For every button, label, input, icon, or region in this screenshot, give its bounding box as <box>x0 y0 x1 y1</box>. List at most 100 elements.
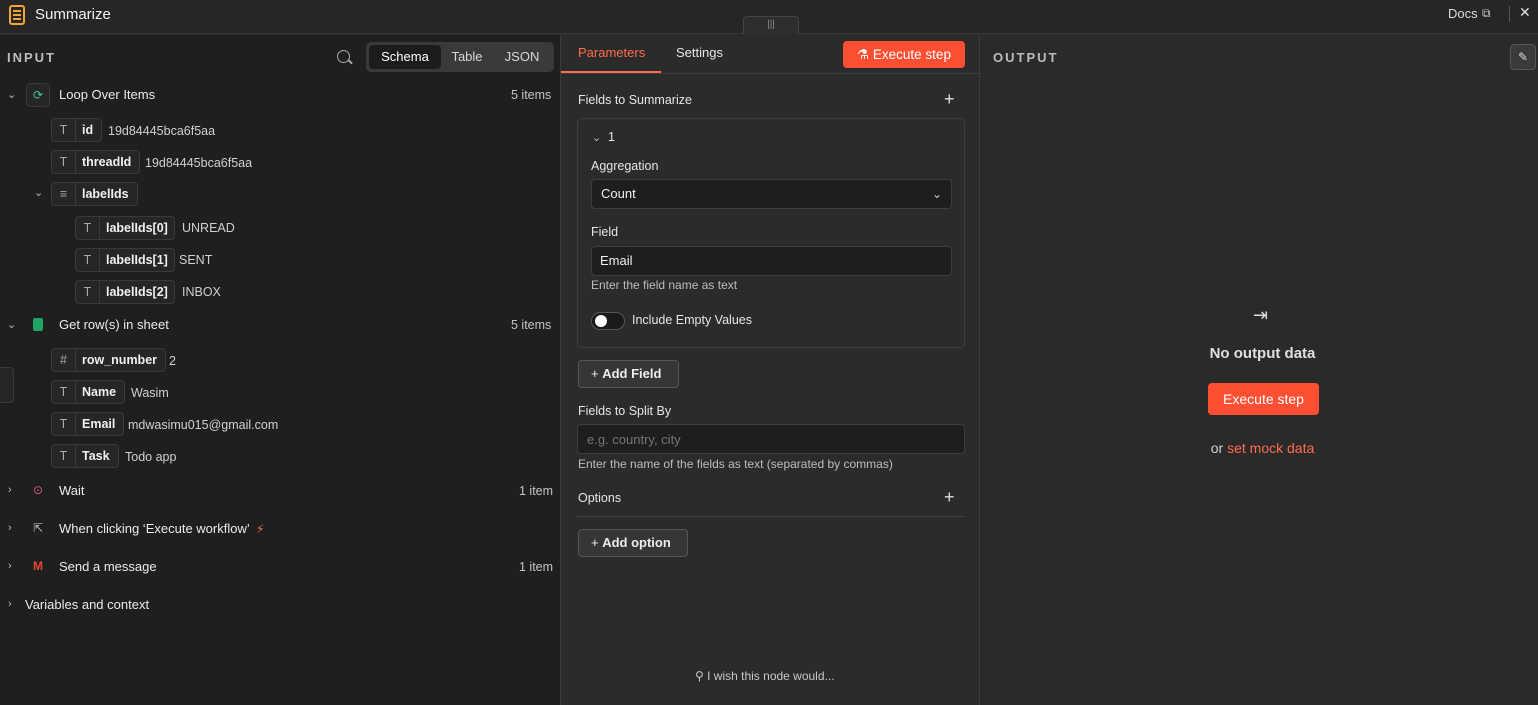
node-name[interactable]: Wait <box>59 479 85 503</box>
tabs-divider <box>561 73 981 74</box>
options-label: Options <box>578 491 622 505</box>
chevron-down-icon[interactable]: ⌄ <box>7 88 16 101</box>
field-key: labelIds <box>82 187 129 201</box>
lightbulb-icon: ⚲ <box>695 669 708 683</box>
field-value: UNREAD <box>182 221 235 235</box>
field-value: Wasim <box>131 386 169 400</box>
field-hint: Enter the field name as text <box>591 278 738 292</box>
chevron-right-icon[interactable]: › <box>8 484 12 496</box>
external-link-icon[interactable]: ⧉ <box>1482 6 1491 21</box>
node-name[interactable]: When clicking ‘Execute workflow’ <box>59 517 250 541</box>
cursor-icon: ⇱ <box>32 521 44 535</box>
item-index: 1 <box>608 130 615 144</box>
field-key: Task <box>82 449 110 463</box>
include-empty-label: Include Empty Values <box>632 313 752 327</box>
field-value: mdwasimu015@gmail.com <box>128 418 279 432</box>
include-empty-toggle[interactable] <box>591 312 625 330</box>
text-type-icon: T <box>76 249 100 271</box>
panel-drag-handle[interactable]: ||| <box>743 16 799 34</box>
field-key: labelIds[1] <box>106 253 168 267</box>
field-pill[interactable]: # row_number <box>51 348 167 372</box>
fields-to-summarize-label: Fields to Summarize <box>578 93 692 107</box>
field-key: labelIds[2] <box>106 285 168 299</box>
field-pill[interactable]: T Task <box>51 444 119 468</box>
variables-and-context[interactable]: Variables and context <box>25 593 149 617</box>
add-option-icon[interactable]: + <box>944 487 955 508</box>
divider <box>577 516 965 517</box>
input-panel: INPUT Schema Table JSON ⌄ ⟳ Loop Over It… <box>0 35 560 705</box>
field-key: id <box>82 123 94 137</box>
node-title[interactable]: Summarize <box>35 6 111 23</box>
pencil-icon[interactable]: ✎ <box>1510 44 1536 70</box>
input-label: INPUT <box>7 50 56 65</box>
aggregation-select[interactable]: Count ⌄ <box>591 179 952 209</box>
item-count: 5 items <box>511 88 552 102</box>
chevron-down-icon[interactable]: ⌄ <box>7 318 16 331</box>
flask-icon: ⚗ <box>857 47 873 62</box>
split-by-input[interactable] <box>577 424 965 454</box>
item-count: 1 item <box>519 484 554 498</box>
field-value: 19d84445bca6f5aa <box>145 156 253 170</box>
google-sheets-icon <box>26 313 50 337</box>
search-icon[interactable] <box>337 50 350 63</box>
split-by-label: Fields to Split By <box>578 404 672 418</box>
field-pill[interactable]: T Name <box>51 380 126 404</box>
text-type-icon: T <box>76 217 100 239</box>
side-expand-handle[interactable] <box>0 367 14 403</box>
add-field-label: Add Field <box>602 366 662 381</box>
number-type-icon: # <box>52 349 76 371</box>
close-icon[interactable]: ✕ <box>1519 4 1531 21</box>
plus-icon: + <box>591 535 603 550</box>
add-option-button[interactable]: + Add option <box>578 529 688 557</box>
aggregation-value: Count <box>601 186 636 201</box>
text-type-icon: T <box>76 281 100 303</box>
tab-settings[interactable]: Settings <box>676 45 723 60</box>
tab-json[interactable]: JSON <box>494 45 550 69</box>
add-summarize-field-icon[interactable]: + <box>944 89 955 110</box>
execute-step-label: Execute step <box>872 47 951 62</box>
parameters-panel: Parameters Settings ⚗ Execute step Field… <box>560 35 981 705</box>
chevron-down-icon: ⌄ <box>931 187 942 201</box>
item-count: 1 item <box>519 560 554 574</box>
arrow-to-right-icon: ⇥ <box>1253 305 1269 325</box>
field-pill[interactable]: TthreadId <box>51 150 141 174</box>
field-value: SENT <box>179 253 213 267</box>
feedback-link[interactable]: ⚲ I wish this node would... <box>695 669 835 683</box>
node-name[interactable]: Get row(s) in sheet <box>59 313 169 337</box>
text-type-icon: T <box>52 119 76 141</box>
chevron-down-icon[interactable]: ⌄ <box>592 131 601 144</box>
no-output-title: No output data <box>1209 345 1316 362</box>
docs-link[interactable]: Docs <box>1448 6 1478 21</box>
chevron-right-icon[interactable]: › <box>8 522 12 534</box>
node-name[interactable]: Loop Over Items <box>59 83 155 107</box>
chevron-down-icon[interactable]: ⌄ <box>34 186 43 199</box>
tab-table[interactable]: Table <box>442 45 492 69</box>
output-label: OUTPUT <box>993 50 1059 65</box>
add-field-button[interactable]: + Add Field <box>578 360 679 388</box>
output-panel: OUTPUT ✎ ⇥ No output data Execute step o… <box>981 35 1538 705</box>
or-text: or <box>1210 440 1224 456</box>
field-value: Todo app <box>125 450 177 464</box>
tab-schema[interactable]: Schema <box>369 45 441 69</box>
field-input[interactable]: Email <box>591 246 952 276</box>
node-name[interactable]: Send a message <box>59 555 157 579</box>
field-pill[interactable]: TlabelIds[2] <box>75 280 175 304</box>
field-value: 19d84445bca6f5aa <box>108 124 216 138</box>
set-mock-data-link[interactable]: set mock data <box>1227 440 1314 456</box>
chevron-right-icon[interactable]: › <box>8 560 12 572</box>
field-value: INBOX <box>182 285 221 299</box>
execute-step-button[interactable]: ⚗ Execute step <box>843 41 965 68</box>
chevron-right-icon[interactable]: › <box>8 598 12 610</box>
field-pill[interactable]: TlabelIds[1] <box>75 248 175 272</box>
wait-icon: ⊙ <box>32 483 44 497</box>
field-pill[interactable]: T Email <box>51 412 125 436</box>
field-pill[interactable]: TlabelIds[0] <box>75 216 175 240</box>
aggregation-label: Aggregation <box>591 159 659 173</box>
field-key: row_number <box>82 353 158 367</box>
output-execute-step-button[interactable]: Execute step <box>1208 383 1319 415</box>
field-pill[interactable]: Tid <box>51 118 103 142</box>
field-pill[interactable]: ≡ labelIds <box>51 182 138 206</box>
field-label: Field <box>591 225 619 239</box>
tab-parameters[interactable]: Parameters <box>578 45 645 60</box>
feedback-label: I wish this node would... <box>707 669 835 683</box>
